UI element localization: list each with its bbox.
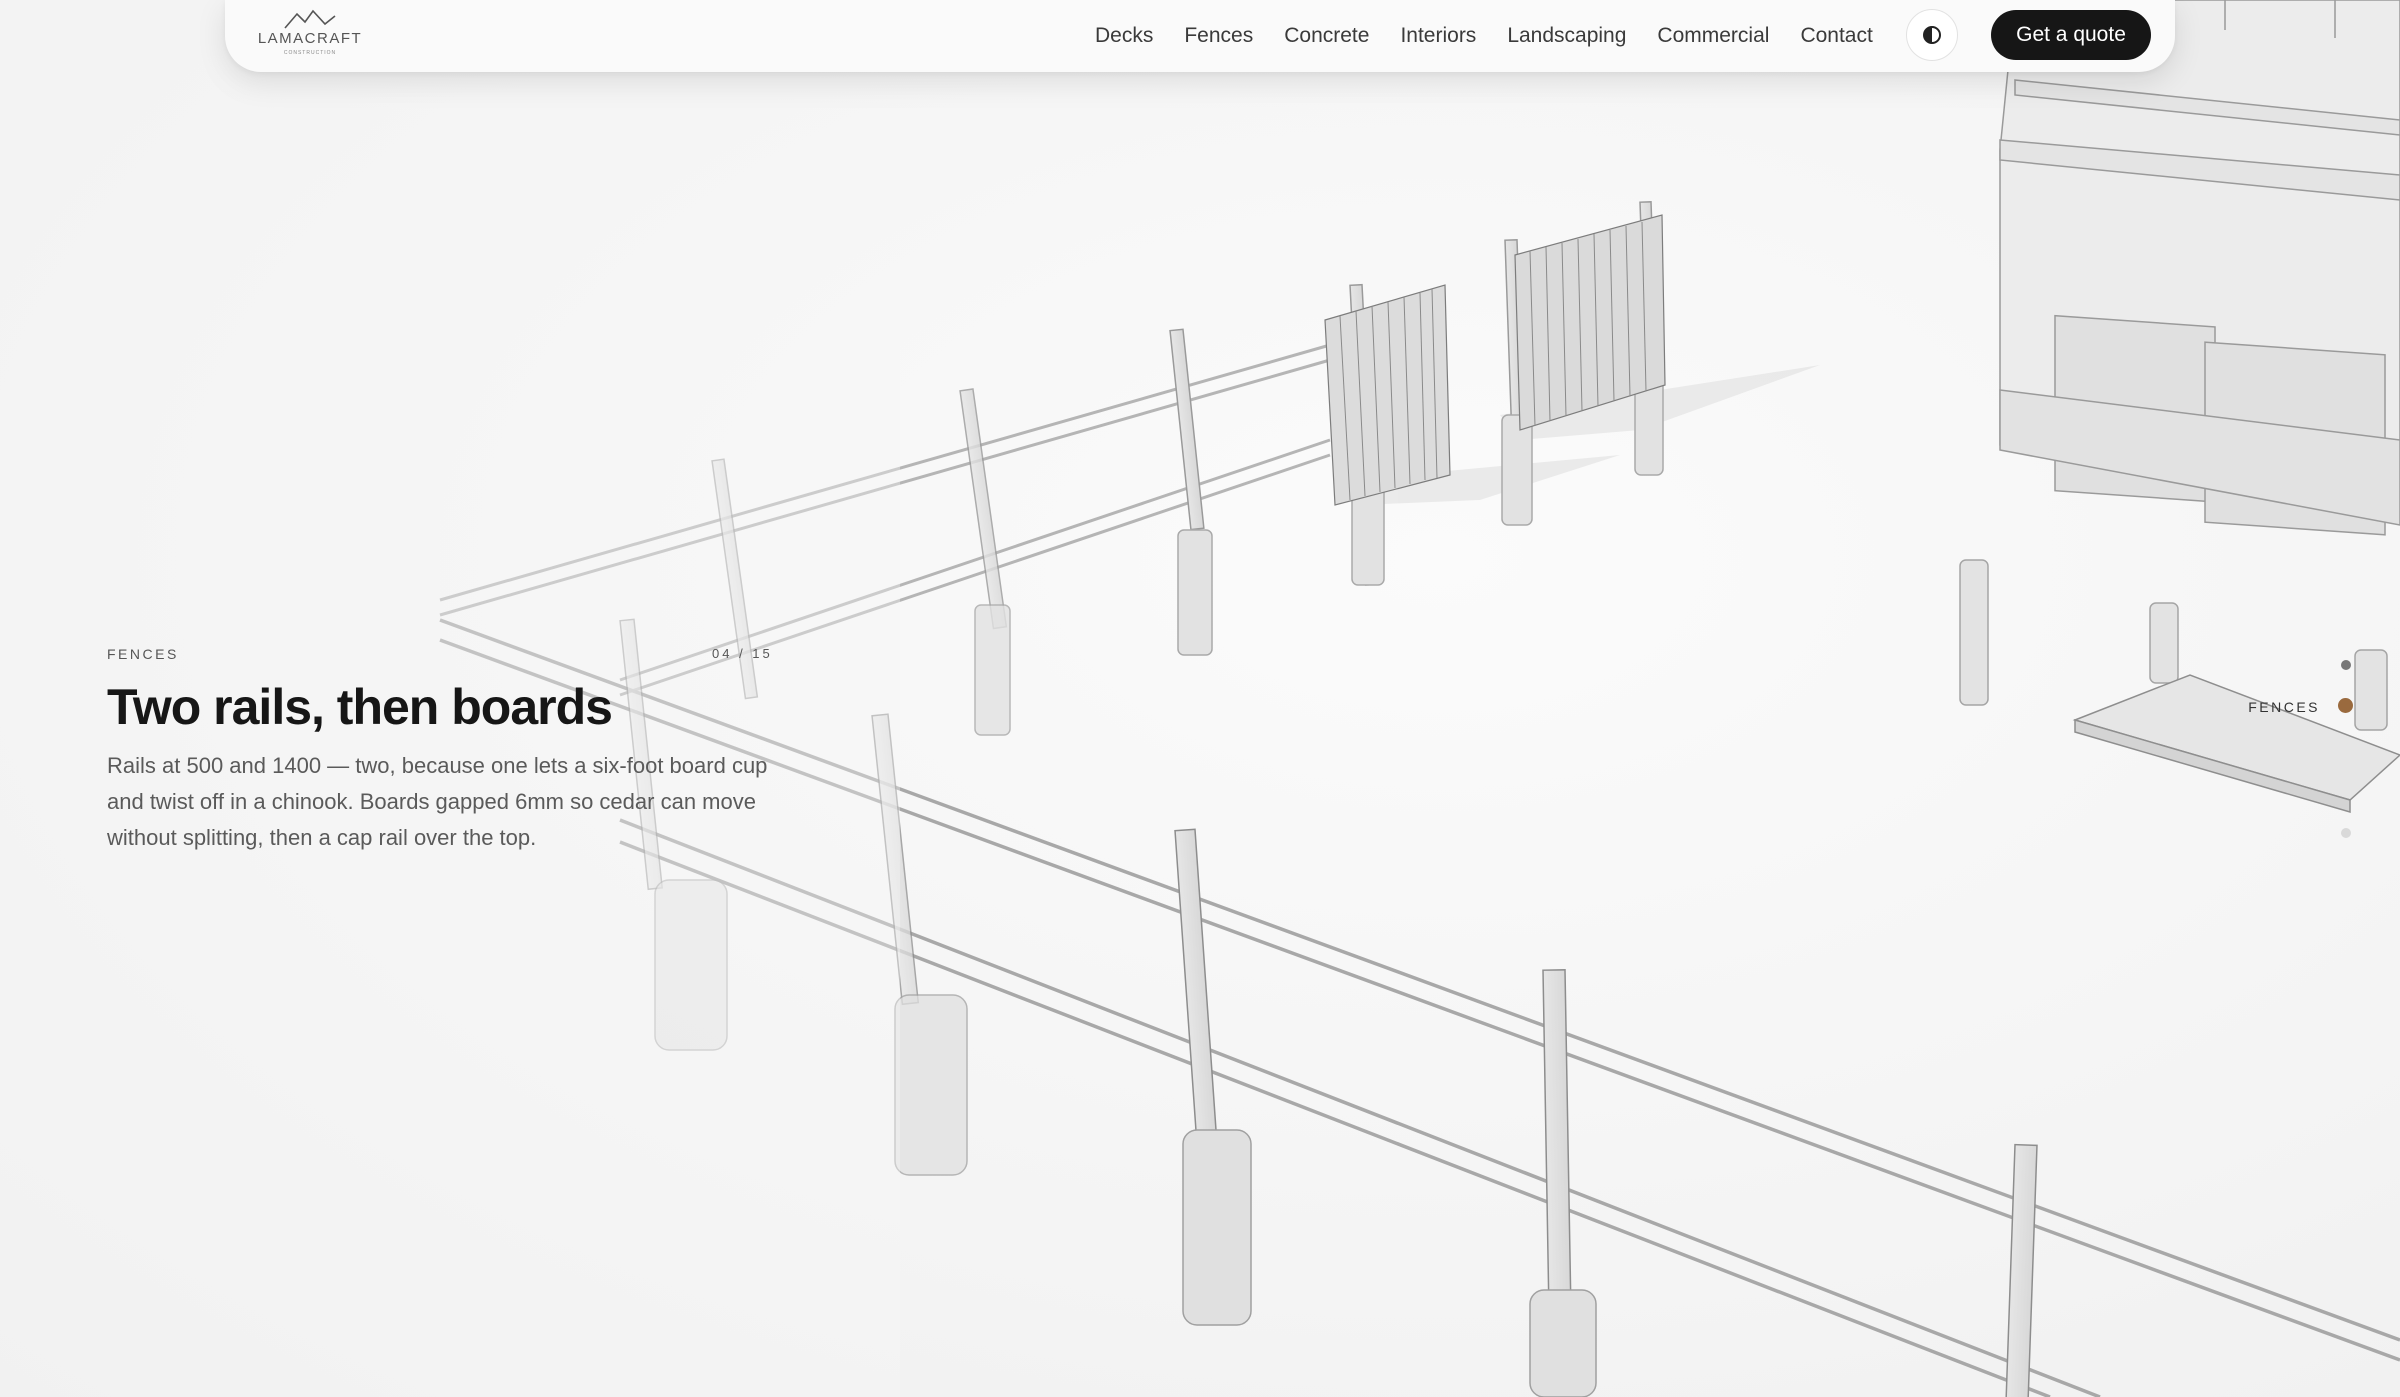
nav-link-interiors[interactable]: Interiors: [1400, 24, 1476, 48]
nav-link-landscaping[interactable]: Landscaping: [1507, 24, 1626, 48]
brand-logo[interactable]: LAMACRAFT CONSTRUCTION: [255, 8, 365, 64]
nav-link-fences[interactable]: Fences: [1184, 24, 1253, 48]
building-facade: [1999, 0, 2400, 536]
brand-tagline: CONSTRUCTION: [283, 50, 337, 56]
slide-category: FENCES: [107, 646, 179, 662]
primary-nav: Decks Fences Concrete Interiors Landscap…: [1095, 0, 1904, 72]
pager-dot-previous[interactable]: [2341, 660, 2351, 670]
nav-link-decks[interactable]: Decks: [1095, 24, 1153, 48]
pager-dot-next[interactable]: [2341, 828, 2351, 838]
mountain-logo-icon: [284, 9, 336, 29]
pager-dot-active[interactable]: [2338, 698, 2353, 713]
theme-toggle-button[interactable]: [1906, 9, 1958, 61]
slide-body: Rails at 500 and 1400 — two, because one…: [107, 753, 768, 850]
nav-link-concrete[interactable]: Concrete: [1284, 24, 1369, 48]
contrast-icon: [1923, 26, 1941, 44]
slide-counter: 04 / 15: [712, 646, 773, 661]
nav-link-contact[interactable]: Contact: [1800, 24, 1872, 48]
pager-active-label: FENCES: [2248, 699, 2320, 715]
top-navbar: LAMACRAFT CONSTRUCTION Decks Fences Conc…: [225, 0, 2175, 72]
slide-title: Two rails, then boards: [107, 679, 613, 735]
nav-link-commercial[interactable]: Commercial: [1657, 24, 1769, 48]
section-pager: FENCES: [2200, 640, 2400, 860]
get-quote-button[interactable]: Get a quote: [1991, 10, 2151, 60]
brand-name: LAMACRAFT: [257, 30, 363, 47]
page: LAMACRAFT CONSTRUCTION Decks Fences Conc…: [0, 0, 2400, 1397]
fence-board-panels: [1324, 214, 1666, 506]
